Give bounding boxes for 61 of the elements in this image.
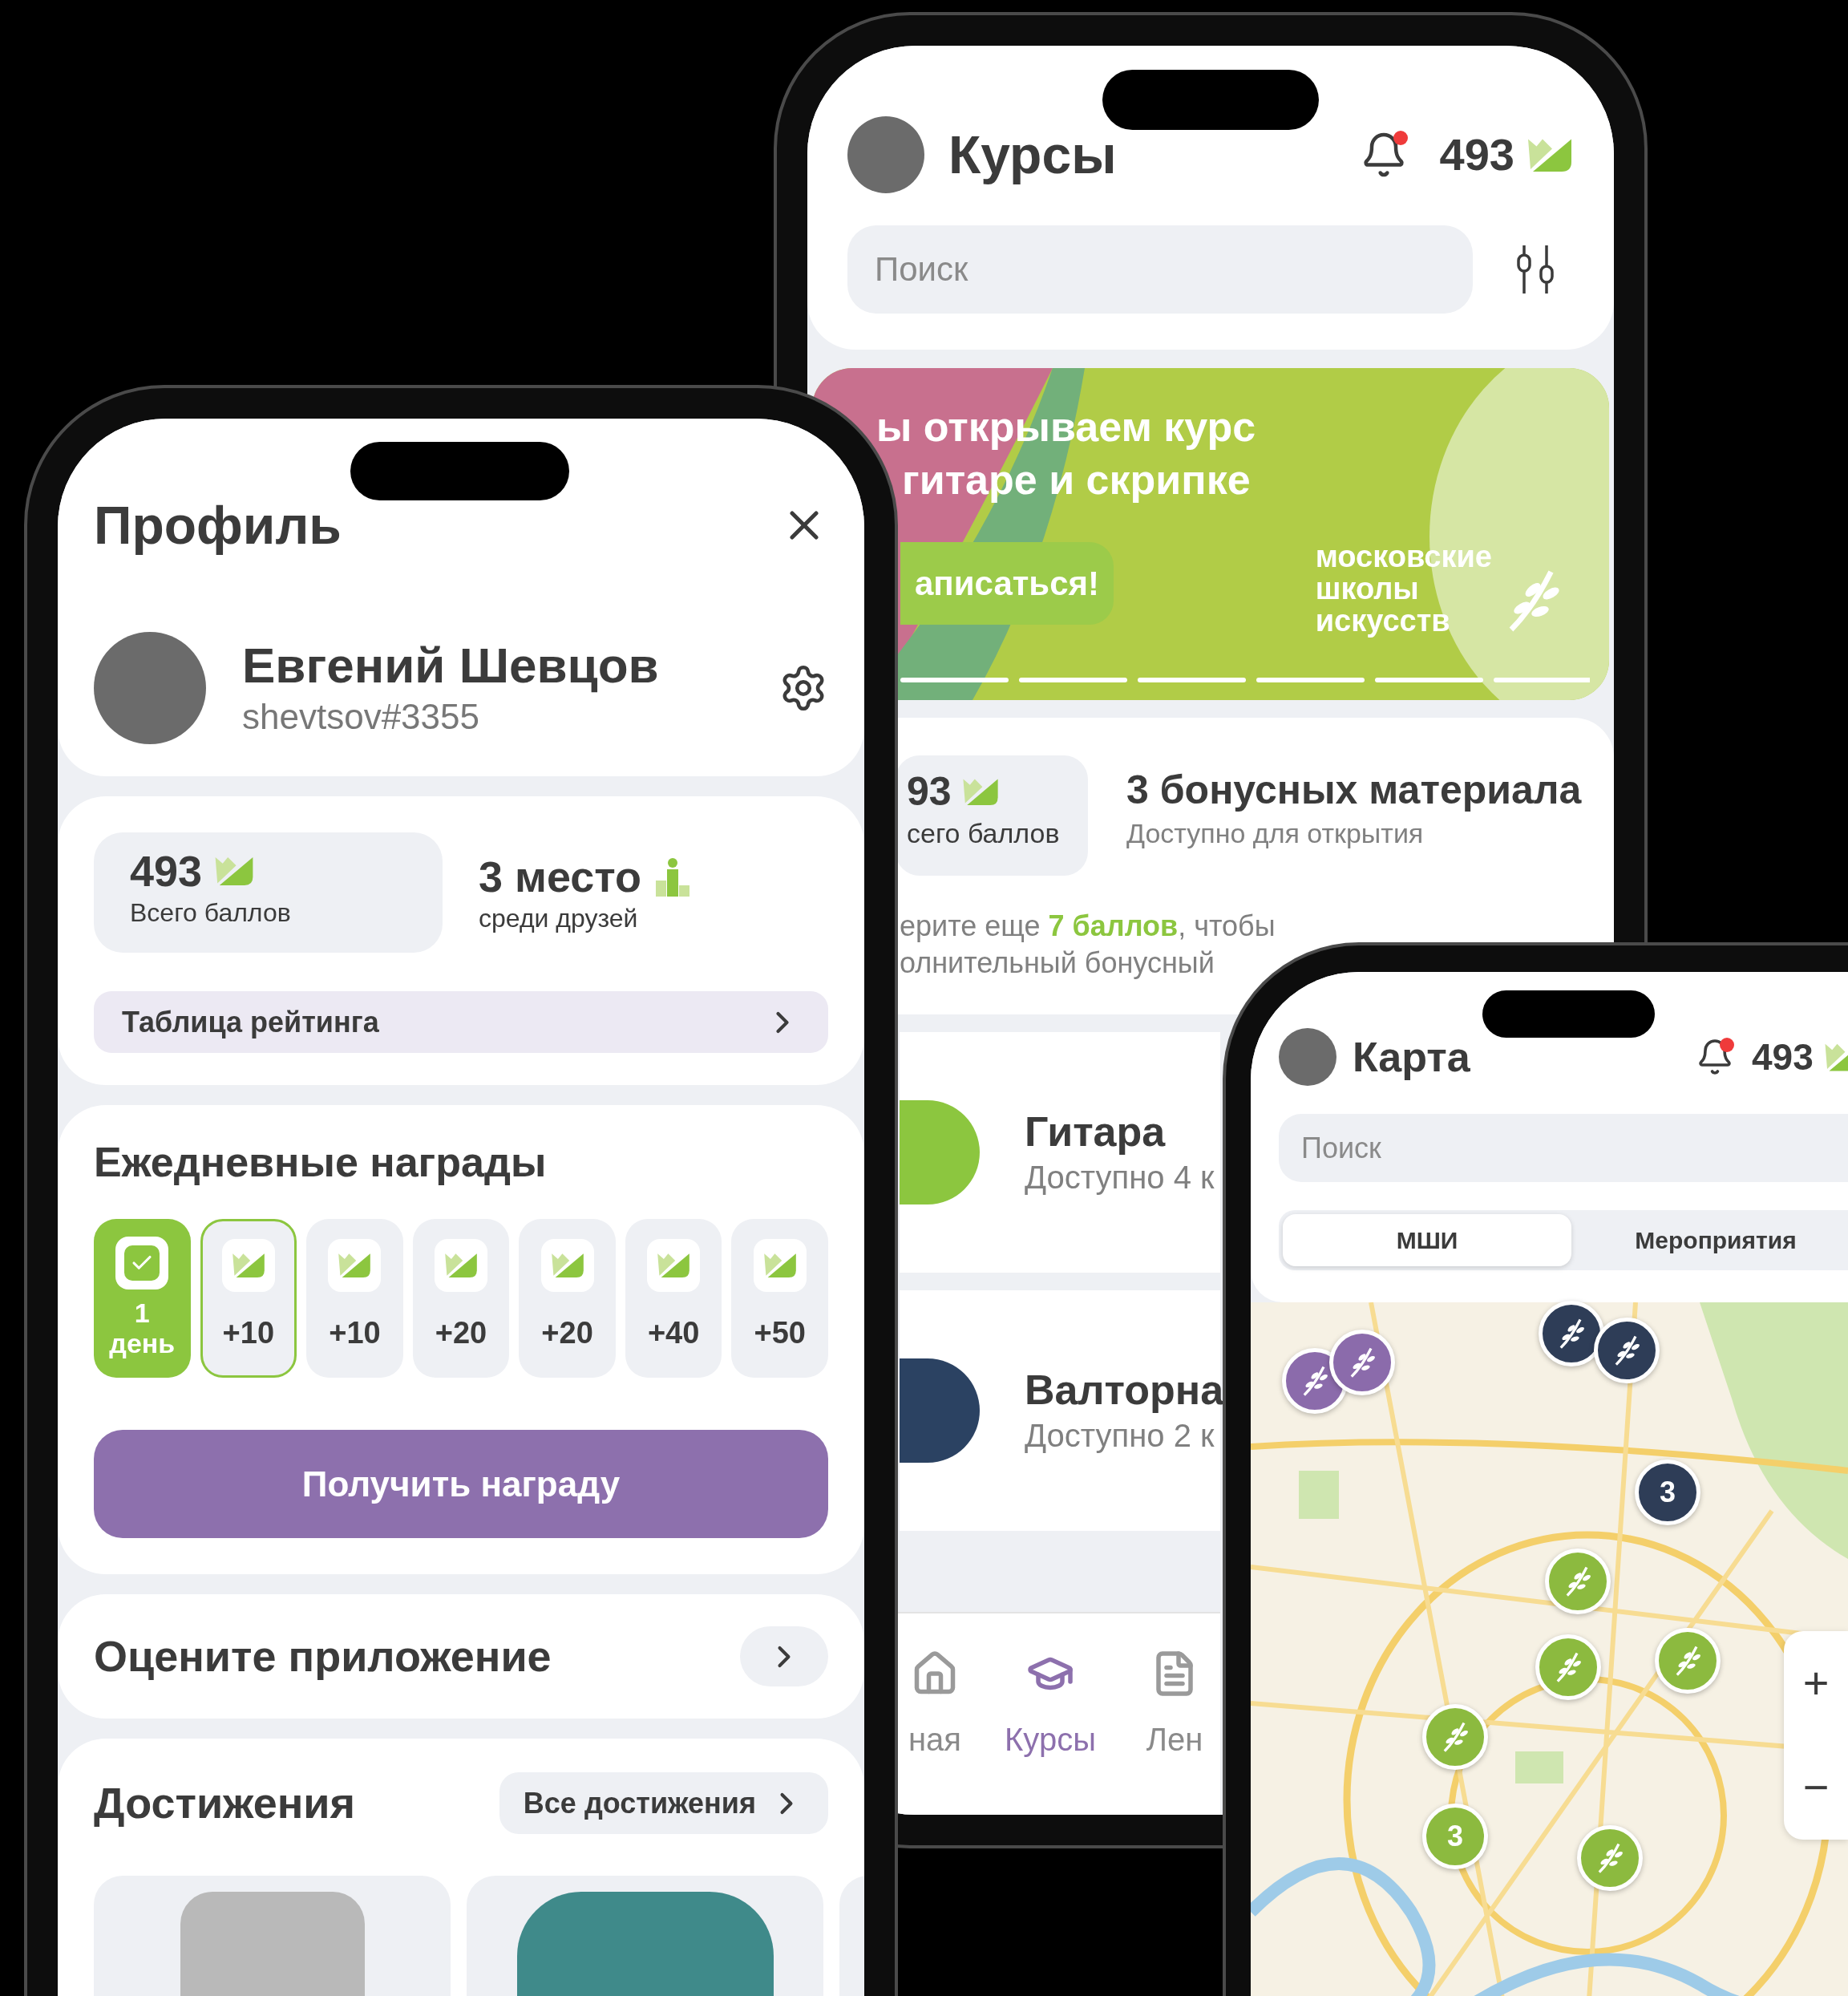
reward-amount: +40 [647,1315,700,1351]
reward-day-tile[interactable]: +10 [200,1219,297,1378]
course-subtitle: Доступно 2 к [1025,1417,1215,1455]
bonus-subtitle: Доступно для открытия [1126,817,1425,850]
points-value: 493 [130,846,203,897]
rating-table-link[interactable]: Таблица рейтинга [94,991,828,1053]
points-label: Всего баллов [130,897,292,929]
claim-reward-button[interactable]: Получить награду [94,1430,828,1538]
zoom-button[interactable]: − [1784,1735,1848,1840]
leaf-icon [443,1251,479,1280]
cluster-count: 3 [1660,1475,1676,1510]
course-card[interactable]: Гитара Доступно 4 к [900,1032,1220,1273]
bonus-title: 3 бонусных материала [1126,767,1582,814]
screen-title: Карта [1353,1033,1470,1082]
logo-text: московские [1315,540,1492,573]
logo-text: искусств [1315,605,1451,637]
bonus-note: ерите еще 7 баллов, чтобы [900,909,1276,944]
leaf-icon [230,1251,266,1280]
reward-amount: +50 [754,1315,806,1351]
screen-title: Профиль [94,495,342,556]
search-field[interactable]: Поиск [1279,1114,1848,1182]
points-label: сего баллов [907,817,1061,850]
cluster-count: 3 [1447,1819,1463,1854]
username: shevtsov#3355 [242,696,480,738]
leaf-icon [549,1251,585,1280]
user-name: Евгений Шевцов [242,637,659,694]
course-title: Гитара [1025,1107,1167,1156]
reward-amount: +20 [541,1315,593,1351]
reward-amount: +10 [329,1315,381,1351]
leaf-icon [656,1251,692,1280]
reward-day-label: 1 день [109,1298,176,1358]
bonus-note: олнительный бонусный [900,945,1215,981]
rank-value: 3 место [479,852,642,902]
reward-day-tile[interactable]: +10 [306,1219,403,1378]
reward-day-tile[interactable]: +20 [412,1219,510,1378]
nav-tab[interactable]: Курсы [970,1650,1130,1815]
segment-tab[interactable]: МШИ [1283,1214,1571,1266]
search-field[interactable]: Поиск [847,225,1473,314]
points-value: 93 [907,768,952,816]
rank-label: среди друзей [479,903,639,934]
podium-icon [654,856,692,897]
rate-app-label: Оцените приложение [94,1631,552,1682]
leaf-icon [762,1251,798,1280]
reward-amount: +20 [435,1315,487,1351]
logo-text: школы [1315,573,1420,605]
section-title: Достижения [94,1778,355,1828]
section-title: Ежедневные награды [94,1138,548,1187]
screen-title: Курсы [948,123,1117,186]
course-subtitle: Доступно 4 к [1025,1159,1215,1196]
points-value: 493 [1752,1034,1814,1079]
all-achievements-button[interactable]: Все достижения [499,1772,828,1834]
reward-day-tile[interactable]: +20 [519,1219,616,1378]
points-value: 493 [1439,128,1514,181]
segment-tab[interactable]: Мероприятия [1571,1214,1848,1266]
leaf-icon [337,1251,373,1280]
zoom-button[interactable]: + [1784,1631,1848,1735]
checkbox-icon [115,1237,169,1290]
banner-title: ы открываем курс [876,403,1256,451]
reward-amount: +10 [222,1315,275,1351]
reward-day-tile[interactable]: +50 [731,1219,828,1378]
reward-day-tile[interactable]: +40 [625,1219,722,1378]
